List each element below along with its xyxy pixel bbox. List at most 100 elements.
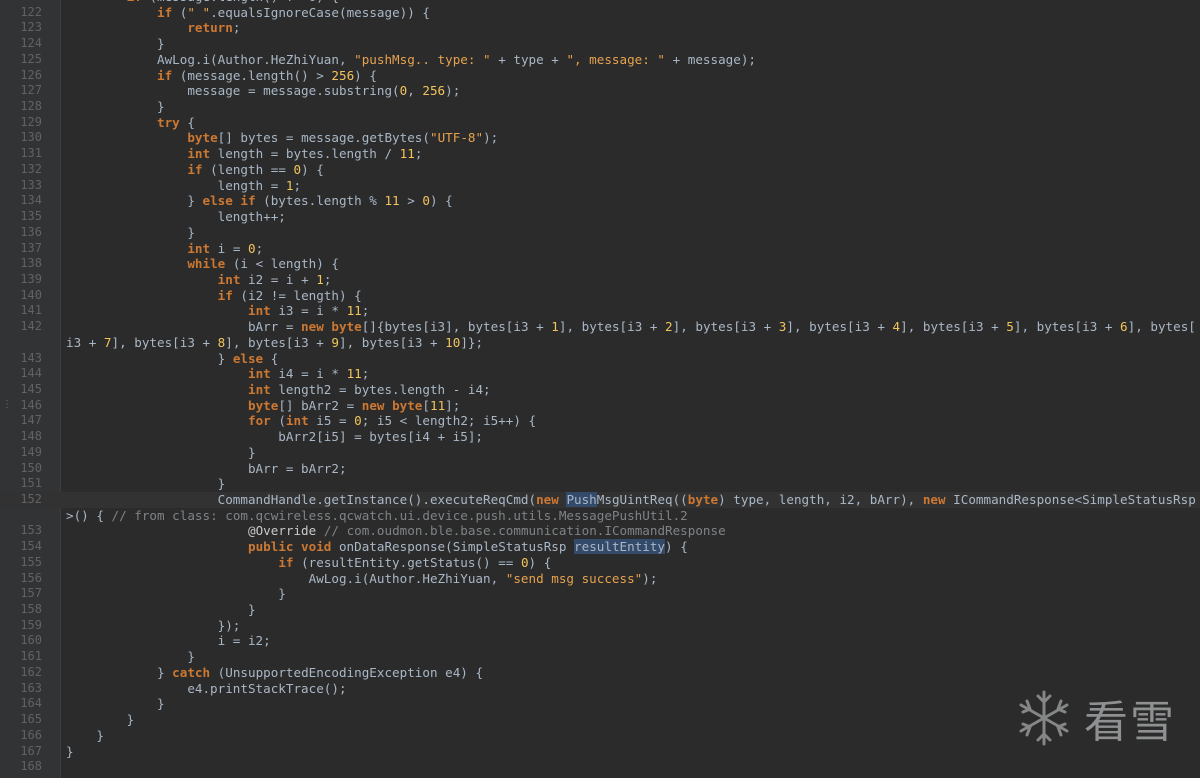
code-line[interactable]: 133 length = 1;: [0, 178, 1200, 194]
code-token: [] bArr2 =: [278, 397, 362, 413]
code-token: int: [187, 146, 211, 162]
code-line[interactable]: 154 public void onDataResponse(SimpleSta…: [0, 539, 1200, 555]
line-number: 168: [20, 759, 42, 774]
line-number: 134: [20, 193, 42, 208]
code-text: AwLog.i(Author.HeZhiYuan, "pushMsg.. typ…: [66, 52, 756, 68]
code-line[interactable]: i3 + 7], bytes[i3 + 8], bytes[i3 + 9], b…: [0, 335, 1200, 351]
code-text: }: [66, 728, 104, 744]
code-text: int length2 = bytes.length - i4;: [66, 382, 491, 398]
line-number: 124: [20, 36, 42, 51]
code-token: }: [66, 224, 195, 240]
code-line[interactable]: 146 byte[] bArr2 = new byte[11];: [0, 398, 1200, 414]
code-token: (i2 != length) {: [232, 287, 362, 303]
code-token: [: [422, 397, 430, 413]
line-number: 127: [20, 83, 42, 98]
code-editor[interactable]: ⋮ 121 if (message.length() != 0) {122 if…: [0, 0, 1200, 778]
code-line[interactable]: >() { // from class: com.qcwireless.qcwa…: [0, 508, 1200, 524]
code-line[interactable]: 140 if (i2 != length) {: [0, 288, 1200, 304]
code-line[interactable]: 162 } catch (UnsupportedEncodingExceptio…: [0, 665, 1200, 681]
code-line[interactable]: 126 if (message.length() > 256) {: [0, 68, 1200, 84]
code-line[interactable]: 152 CommandHandle.getInstance().executeR…: [0, 492, 1200, 508]
code-line[interactable]: 132 if (length == 0) {: [0, 162, 1200, 178]
code-line[interactable]: 129 try {: [0, 115, 1200, 131]
code-line[interactable]: 122 if (" ".equalsIgnoreCase(message)) {: [0, 5, 1200, 21]
code-token: if: [278, 554, 294, 570]
code-text: byte[] bytes = message.getBytes("UTF-8")…: [66, 130, 498, 146]
code-token: "send msg success": [505, 570, 643, 586]
code-token: (message.length() != 0) {: [149, 0, 339, 4]
code-line[interactable]: 139 int i2 = i + 1;: [0, 272, 1200, 288]
code-token: (UnsupportedEncodingException e4) {: [210, 664, 484, 680]
code-token: [] bytes = message.getBytes(: [217, 130, 430, 146]
code-line[interactable]: 150 bArr = bArr2;: [0, 461, 1200, 477]
code-text: if (resultEntity.getStatus() == 0) {: [66, 555, 551, 571]
code-line[interactable]: 155 if (resultEntity.getStatus() == 0) {: [0, 555, 1200, 571]
code-token: }: [66, 350, 233, 366]
code-token: 11: [430, 397, 446, 413]
code-line[interactable]: 124 }: [0, 36, 1200, 52]
code-line[interactable]: 160 i = i2;: [0, 633, 1200, 649]
code-token: }: [66, 712, 135, 728]
code-line[interactable]: 143 } else {: [0, 351, 1200, 367]
code-area[interactable]: 121 if (message.length() != 0) {122 if (…: [0, 0, 1200, 775]
code-text: if (length == 0) {: [66, 162, 324, 178]
code-token: 0: [422, 193, 430, 209]
code-token: }: [66, 602, 256, 618]
code-line[interactable]: 134 } else if (bytes.length % 11 > 0) {: [0, 193, 1200, 209]
line-number: 152: [20, 492, 42, 506]
code-token: @Override: [247, 523, 317, 539]
code-token: "pushMsg.. type: ": [354, 51, 491, 67]
code-line[interactable]: 141 int i3 = i * 11;: [0, 303, 1200, 319]
code-line[interactable]: 127 message = message.substring(0, 256);: [0, 83, 1200, 99]
code-line[interactable]: 135 length++;: [0, 209, 1200, 225]
code-line[interactable]: 148 bArr2[i5] = bytes[i4 + i5];: [0, 429, 1200, 445]
watermark-text: 看雪: [1084, 697, 1176, 748]
code-line[interactable]: 156 AwLog.i(Author.HeZhiYuan, "send msg …: [0, 571, 1200, 587]
code-line[interactable]: 157 }: [0, 586, 1200, 602]
code-line[interactable]: 147 for (int i5 = 0; i5 < length2; i5++)…: [0, 413, 1200, 429]
code-line[interactable]: 168: [0, 759, 1200, 775]
code-token: ", message: ": [566, 51, 666, 67]
code-token: i =: [210, 240, 248, 256]
code-line[interactable]: 128 }: [0, 99, 1200, 115]
code-token: length = bytes.length /: [210, 146, 400, 162]
code-token: ; i5 < length2; i5++) {: [361, 413, 537, 429]
code-line[interactable]: 138 while (i < length) {: [0, 256, 1200, 272]
code-line[interactable]: 131 int length = bytes.length / 11;: [0, 146, 1200, 162]
code-token: i2 = i +: [240, 271, 317, 287]
code-line[interactable]: 144 int i4 = i * 11;: [0, 366, 1200, 382]
code-token: CommandHandle.getInstance().executeReqCm…: [66, 492, 537, 507]
code-line[interactable]: 158 }: [0, 602, 1200, 618]
code-line[interactable]: 123 return;: [0, 20, 1200, 36]
code-token: 4: [892, 319, 901, 335]
code-token: int: [247, 381, 271, 397]
code-line[interactable]: 145 int length2 = bytes.length - i4;: [0, 382, 1200, 398]
code-line[interactable]: 151 }: [0, 476, 1200, 492]
code-line[interactable]: 130 byte[] bytes = message.getBytes("UTF…: [0, 130, 1200, 146]
code-text: bArr2[i5] = bytes[i4 + i5];: [66, 429, 483, 445]
code-text: try {: [66, 115, 195, 131]
code-text: CommandHandle.getInstance().executeReqCm…: [66, 492, 1196, 508]
code-text: }: [66, 712, 135, 728]
code-token: >: [399, 193, 423, 209]
code-line[interactable]: 136 }: [0, 225, 1200, 241]
code-line[interactable]: 137 int i = 0;: [0, 241, 1200, 257]
code-token: bArr = bArr2;: [66, 460, 347, 476]
code-token: }: [66, 476, 226, 492]
code-line[interactable]: 142 bArr = new byte[]{bytes[i3], bytes[i…: [0, 319, 1200, 335]
code-line[interactable]: 149 }: [0, 445, 1200, 461]
code-token: MsgUintReq((: [596, 492, 688, 507]
code-line[interactable]: 125 AwLog.i(Author.HeZhiYuan, "pushMsg..…: [0, 52, 1200, 68]
code-token: {: [179, 114, 195, 130]
code-token: 0: [293, 161, 302, 177]
code-line[interactable]: 153 @Override // com.oudmon.ble.base.com…: [0, 523, 1200, 539]
code-line[interactable]: 159 });: [0, 618, 1200, 634]
line-number: 138: [20, 256, 42, 271]
code-token: 1: [551, 319, 559, 335]
code-line[interactable]: 161 }: [0, 649, 1200, 665]
